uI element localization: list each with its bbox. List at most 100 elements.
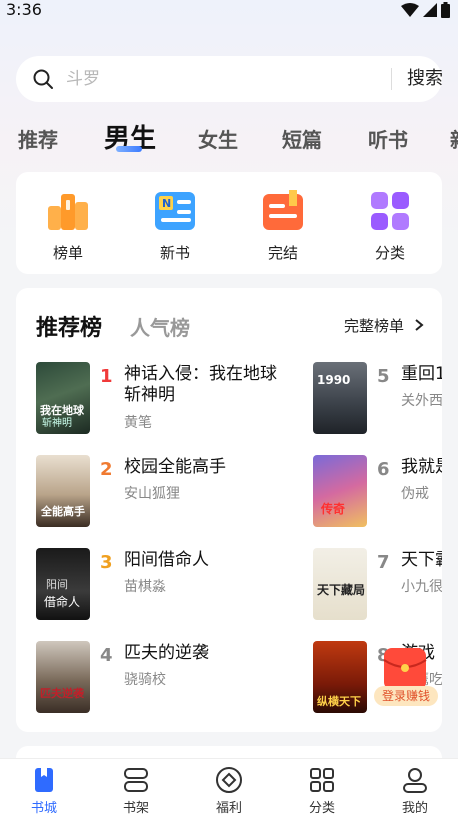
book-author: 关外西 xyxy=(401,393,442,409)
svg-text:阳间: 阳间 xyxy=(46,578,68,591)
svg-text:借命人: 借命人 xyxy=(44,594,80,609)
nav-welfare[interactable]: 福利 xyxy=(199,765,259,816)
svg-text:我在地球: 我在地球 xyxy=(40,403,85,417)
svg-text:N: N xyxy=(162,197,171,210)
podium-icon xyxy=(46,190,90,232)
svg-text:天下藏局: 天下藏局 xyxy=(317,582,365,597)
search-divider xyxy=(391,68,392,90)
book-cover: 阳间 借命人 xyxy=(36,548,90,620)
book-author: 安山狐狸 xyxy=(124,486,180,502)
search-bar[interactable]: 斗罗 搜索 xyxy=(16,56,443,102)
tab-new[interactable]: 新 xyxy=(450,124,458,153)
rank-number: 7 xyxy=(377,552,390,573)
book-title: 校园全能高手 xyxy=(124,457,226,477)
nav-label: 分类 xyxy=(308,801,335,816)
book-cover: 传奇 xyxy=(313,455,367,527)
quick-link-label: 榜单 xyxy=(52,244,83,262)
nav-bookstore[interactable]: 书城 xyxy=(14,765,74,816)
chevron-right-icon[interactable] xyxy=(414,319,424,331)
status-icons xyxy=(401,2,450,18)
bookshelf-icon xyxy=(121,765,151,795)
quick-link-label: 分类 xyxy=(374,244,405,262)
book-cover: 全能高手 xyxy=(36,455,90,527)
search-button[interactable]: 搜索 xyxy=(396,56,454,102)
login-reward-promo[interactable]: 登录赚钱 xyxy=(374,646,438,708)
book-cover: 天下藏局 xyxy=(313,548,367,620)
book-title: 匹夫的逆袭 xyxy=(124,643,209,663)
quick-link-new-books[interactable]: N 新书 xyxy=(135,190,215,263)
nav-label: 书架 xyxy=(122,801,149,816)
quick-link-finished[interactable]: 完结 xyxy=(243,190,323,263)
category-grid-icon xyxy=(368,190,412,232)
category-tabs: 推荐 男生 女生 短篇 听书 新 xyxy=(0,118,458,162)
status-bar: 3:36 xyxy=(0,0,458,22)
nav-bookshelf[interactable]: 书架 xyxy=(106,765,166,816)
tab-female[interactable]: 女生 xyxy=(198,124,238,153)
rank-number: 5 xyxy=(377,366,390,387)
category-icon xyxy=(307,765,337,795)
rank-number: 2 xyxy=(100,459,113,480)
book-item[interactable]: 传奇 6 我就是 伪戒 xyxy=(313,455,442,529)
book-title: 神话入侵：我在地球斩神明 xyxy=(124,364,277,405)
book-title: 阳间借命人 xyxy=(124,550,209,570)
book-author: 小九很 xyxy=(401,579,442,595)
quick-links-card: 榜单 N 新书 完结 分类 xyxy=(16,172,442,274)
book-author: 骁骑校 xyxy=(124,672,166,688)
quick-link-ranking[interactable]: 榜单 xyxy=(28,190,108,263)
book-author: 黄笔 xyxy=(124,415,152,431)
nav-profile[interactable]: 我的 xyxy=(385,765,445,816)
signal-icon xyxy=(423,3,437,17)
svg-text:1990: 1990 xyxy=(317,373,350,387)
book-author: 伪戒 xyxy=(401,486,429,502)
quick-link-categories[interactable]: 分类 xyxy=(350,190,430,263)
svg-text:全能高手: 全能高手 xyxy=(40,504,85,518)
quick-link-label: 完结 xyxy=(267,244,298,262)
new-book-icon: N xyxy=(153,190,197,232)
nav-label: 书城 xyxy=(30,801,57,816)
profile-icon xyxy=(400,765,430,795)
ranking-subtitle[interactable]: 人气榜 xyxy=(130,312,190,341)
book-item[interactable]: 天下藏局 7 天下霸 小九很 xyxy=(313,548,442,622)
bookstore-icon xyxy=(29,765,59,795)
nav-label: 我的 xyxy=(401,801,428,816)
finished-book-icon xyxy=(261,190,305,232)
book-title: 天下霸 xyxy=(401,550,442,570)
rank-number: 4 xyxy=(100,645,113,666)
full-list-link[interactable]: 完整榜单 xyxy=(344,315,404,336)
nav-label: 福利 xyxy=(215,801,242,816)
wifi-icon xyxy=(401,3,419,17)
battery-icon xyxy=(441,2,450,18)
book-item[interactable]: 阳间 借命人 3 阳间借命人 苗棋淼 xyxy=(36,548,306,622)
book-cover: 纵横天下 xyxy=(313,641,367,713)
tab-short[interactable]: 短篇 xyxy=(282,124,322,153)
promo-label: 登录赚钱 xyxy=(374,686,438,706)
book-author: 苗棋淼 xyxy=(124,579,166,595)
search-icon xyxy=(33,69,53,89)
svg-text:纵横天下: 纵横天下 xyxy=(317,694,361,708)
book-item[interactable]: 匹夫逆袭 4 匹夫的逆袭 骁骑校 xyxy=(36,641,306,715)
rank-number: 6 xyxy=(377,459,390,480)
tab-audiobook[interactable]: 听书 xyxy=(368,124,408,153)
search-input[interactable]: 斗罗 xyxy=(66,56,366,102)
tab-recommend[interactable]: 推荐 xyxy=(18,124,58,153)
active-tab-indicator xyxy=(116,146,142,152)
ranking-title[interactable]: 推荐榜 xyxy=(36,310,102,342)
book-item[interactable]: 1990 5 重回1 关外西 xyxy=(313,362,442,436)
book-cover: 我在地球 斩神明 xyxy=(36,362,90,434)
book-title: 我就是 xyxy=(401,457,442,477)
svg-text:斩神明: 斩神明 xyxy=(42,416,72,429)
book-item[interactable]: 全能高手 2 校园全能高手 安山狐狸 xyxy=(36,455,306,529)
svg-text:匹夫逆袭: 匹夫逆袭 xyxy=(40,686,85,700)
book-cover: 1990 xyxy=(313,362,367,434)
status-time: 3:36 xyxy=(6,0,42,19)
book-item[interactable]: 我在地球 斩神明 1 神话入侵：我在地球斩神明 黄笔 xyxy=(36,362,306,436)
book-cover: 匹夫逆袭 xyxy=(36,641,90,713)
rank-number: 1 xyxy=(100,366,113,387)
svg-text:传奇: 传奇 xyxy=(320,501,345,516)
bottom-nav: 书城 书架 福利 分类 我的 xyxy=(0,758,458,820)
quick-link-label: 新书 xyxy=(159,244,190,262)
book-title: 重回1 xyxy=(401,364,442,384)
nav-category[interactable]: 分类 xyxy=(292,765,352,816)
welfare-icon xyxy=(214,765,244,795)
rank-number: 3 xyxy=(100,552,113,573)
